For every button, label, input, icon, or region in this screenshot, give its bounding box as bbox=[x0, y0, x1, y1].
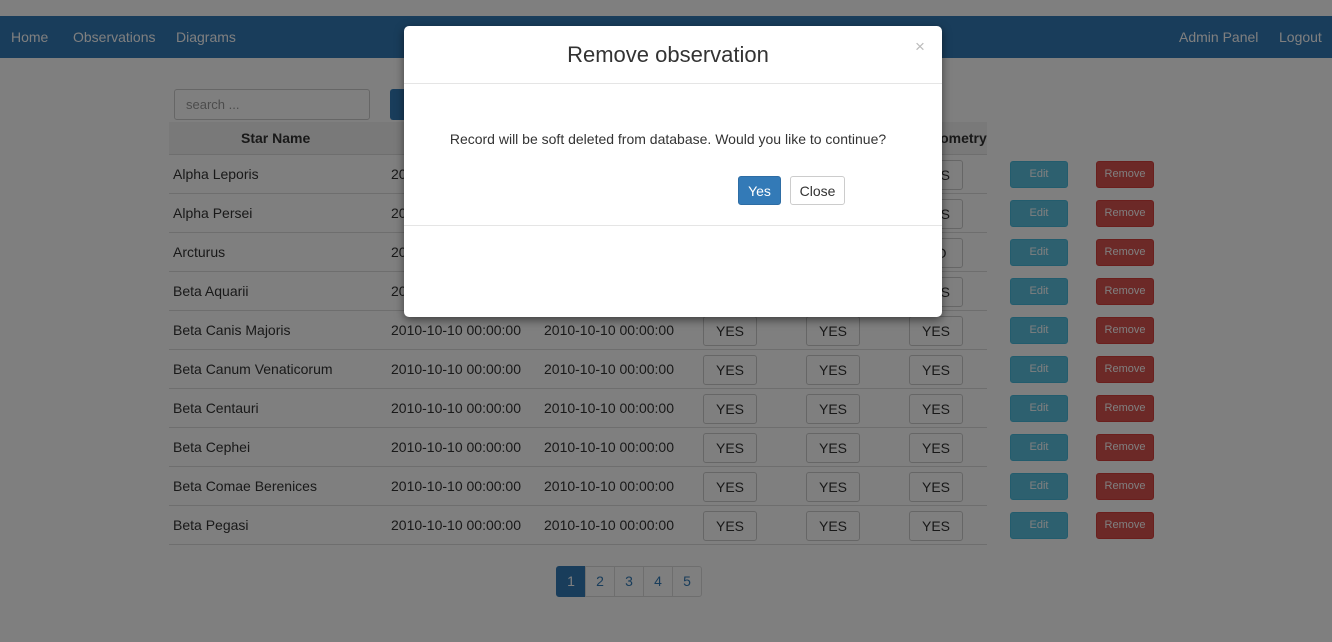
modal-body: Record will be soft deleted from databas… bbox=[404, 85, 942, 226]
confirm-yes-button[interactable]: Yes bbox=[738, 176, 781, 205]
modal-header: Remove observation × bbox=[404, 26, 942, 84]
modal-close-button[interactable]: Close bbox=[790, 176, 845, 205]
remove-observation-modal: Remove observation × Record will be soft… bbox=[404, 26, 942, 317]
close-icon[interactable]: × bbox=[915, 37, 925, 57]
modal-message: Record will be soft deleted from databas… bbox=[449, 131, 887, 147]
modal-title: Remove observation bbox=[567, 42, 769, 67]
